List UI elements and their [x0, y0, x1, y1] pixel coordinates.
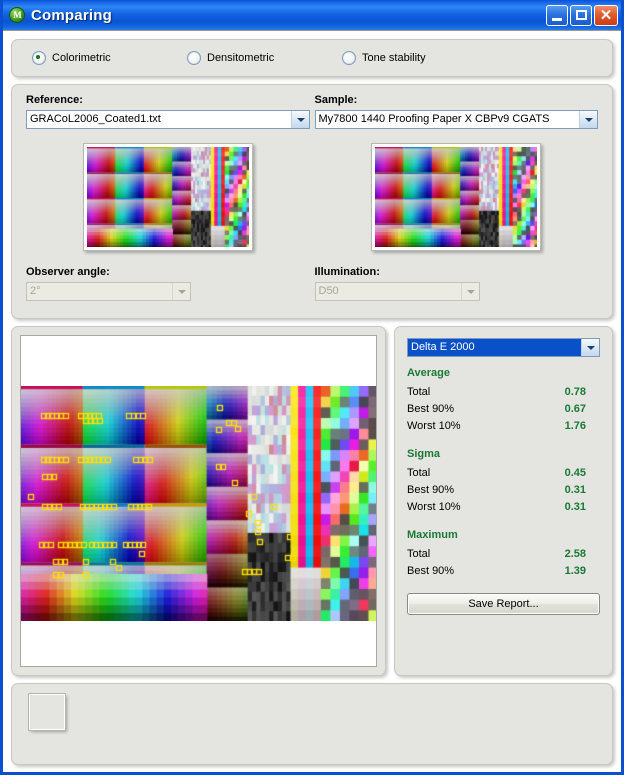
table-row: Total 0.78	[407, 384, 600, 401]
radio-colorimetric[interactable]: Colorimetric	[32, 51, 187, 65]
table-row: Total 0.45	[407, 465, 600, 482]
illumination-value: D50	[318, 285, 339, 297]
illumination-combobox: D50	[314, 282, 480, 301]
table-row: Worst 10% 0.31	[407, 499, 600, 516]
stat-value: 0.31	[564, 501, 586, 513]
stat-group-average: Average Total 0.78 Best 90% 0.67 Worst 1…	[407, 367, 600, 435]
stat-key: Worst 10%	[407, 501, 461, 513]
reference-label: Reference:	[26, 94, 83, 106]
stat-value: 0.67	[564, 403, 586, 415]
reference-thumbnail-frame	[82, 143, 253, 251]
stat-group-sigma-title: Sigma	[407, 448, 441, 460]
radio-colorimetric-label: Colorimetric	[52, 52, 111, 64]
statistics-panel: Delta E 2000 Average Total 0.78 Best 90%…	[394, 326, 613, 676]
comparing-window: M Comparing ✕ Colorimetric Densitometric…	[0, 0, 624, 775]
sample-combobox-value: My7800 1440 Proofing Paper X CBPv9 CGATS	[318, 113, 550, 125]
window-client-area: Colorimetric Densitometric Tone stabilit…	[3, 30, 621, 772]
reference-combobox-value: GRACoL2006_Coated1.txt	[30, 113, 161, 125]
radio-tone-stability[interactable]: Tone stability	[342, 51, 426, 65]
table-row: Worst 10% 1.76	[407, 418, 600, 435]
measurement-mode-panel: Colorimetric Densitometric Tone stabilit…	[11, 39, 613, 77]
table-row: Total 2.58	[407, 546, 600, 563]
chevron-down-icon[interactable]	[290, 111, 309, 128]
app-globe-icon: M	[8, 6, 26, 24]
window-controls: ✕	[546, 4, 618, 26]
stat-group-sigma: Sigma Total 0.45 Best 90% 0.31 Worst 10%…	[407, 448, 600, 516]
table-row: Best 90% 0.67	[407, 401, 600, 418]
stat-value: 0.78	[564, 386, 586, 398]
stat-key: Best 90%	[407, 403, 455, 415]
patch-color-swatch	[28, 693, 66, 731]
table-row: Best 90% 1.39	[407, 563, 600, 580]
delta-map-view[interactable]	[20, 335, 377, 667]
stat-value: 0.31	[564, 484, 586, 496]
radio-tone-stability-icon	[342, 51, 356, 65]
delta-map-panel	[11, 326, 386, 676]
chevron-down-icon[interactable]	[579, 111, 597, 128]
patch-detail-panel	[11, 683, 613, 765]
radio-colorimetric-icon	[32, 51, 46, 65]
profile-selection-panel: Reference: GRACoL2006_Coated1.txt Observ…	[11, 84, 613, 319]
window-title: Comparing	[31, 6, 112, 24]
sample-label: Sample:	[314, 94, 358, 106]
stat-value: 0.45	[564, 467, 586, 479]
save-report-button[interactable]: Save Report...	[407, 593, 600, 615]
sample-chart-thumbnail	[375, 147, 538, 247]
chevron-down-icon	[460, 283, 479, 300]
reference-combobox[interactable]: GRACoL2006_Coated1.txt	[26, 110, 310, 129]
results-row: Delta E 2000 Average Total 0.78 Best 90%…	[11, 326, 613, 676]
chevron-down-icon[interactable]	[581, 339, 599, 356]
reference-chart-thumbnail	[86, 147, 249, 247]
stat-key: Worst 10%	[407, 420, 461, 432]
window-titlebar[interactable]: M Comparing ✕	[3, 0, 621, 30]
close-icon: ✕	[599, 6, 613, 24]
radio-densitometric-icon	[187, 51, 201, 65]
stat-key: Total	[407, 386, 431, 398]
reference-column: Reference: GRACoL2006_Coated1.txt Observ…	[26, 94, 310, 301]
radio-densitometric-label: Densitometric	[207, 52, 275, 64]
observer-angle-value: 2°	[30, 285, 41, 297]
sample-thumbnail-frame	[371, 143, 542, 251]
radio-tone-stability-label: Tone stability	[362, 52, 426, 64]
radio-densitometric[interactable]: Densitometric	[187, 51, 342, 65]
illumination-label: Illumination:	[314, 266, 380, 278]
stat-value: 1.39	[564, 565, 586, 577]
stat-key: Total	[407, 548, 431, 560]
stat-value: 1.76	[564, 420, 586, 432]
observer-angle-label: Observer angle:	[26, 266, 110, 278]
sample-combobox[interactable]: My7800 1440 Proofing Paper X CBPv9 CGATS	[314, 110, 598, 129]
stat-group-average-title: Average	[407, 367, 451, 379]
maximize-icon	[576, 9, 587, 20]
chevron-down-icon	[172, 283, 190, 300]
table-row: Best 90% 0.31	[407, 482, 600, 499]
delta-metric-value: Delta E 2000	[408, 339, 581, 356]
stat-value: 2.58	[564, 548, 586, 560]
sample-column: Sample: My7800 1440 Proofing Paper X CBP…	[314, 94, 598, 301]
stat-group-maximum-title: Maximum	[407, 529, 458, 541]
stat-key: Total	[407, 467, 431, 479]
maximize-button[interactable]	[570, 4, 592, 26]
close-button[interactable]: ✕	[594, 4, 618, 26]
observer-angle-combobox: 2°	[26, 282, 191, 301]
stat-key: Best 90%	[407, 484, 455, 496]
stat-group-maximum: Maximum Total 2.58 Best 90% 1.39	[407, 529, 600, 580]
minimize-button[interactable]	[546, 4, 568, 26]
delta-metric-combobox[interactable]: Delta E 2000	[407, 338, 600, 357]
minimize-icon	[552, 17, 562, 21]
stat-key: Best 90%	[407, 565, 455, 577]
